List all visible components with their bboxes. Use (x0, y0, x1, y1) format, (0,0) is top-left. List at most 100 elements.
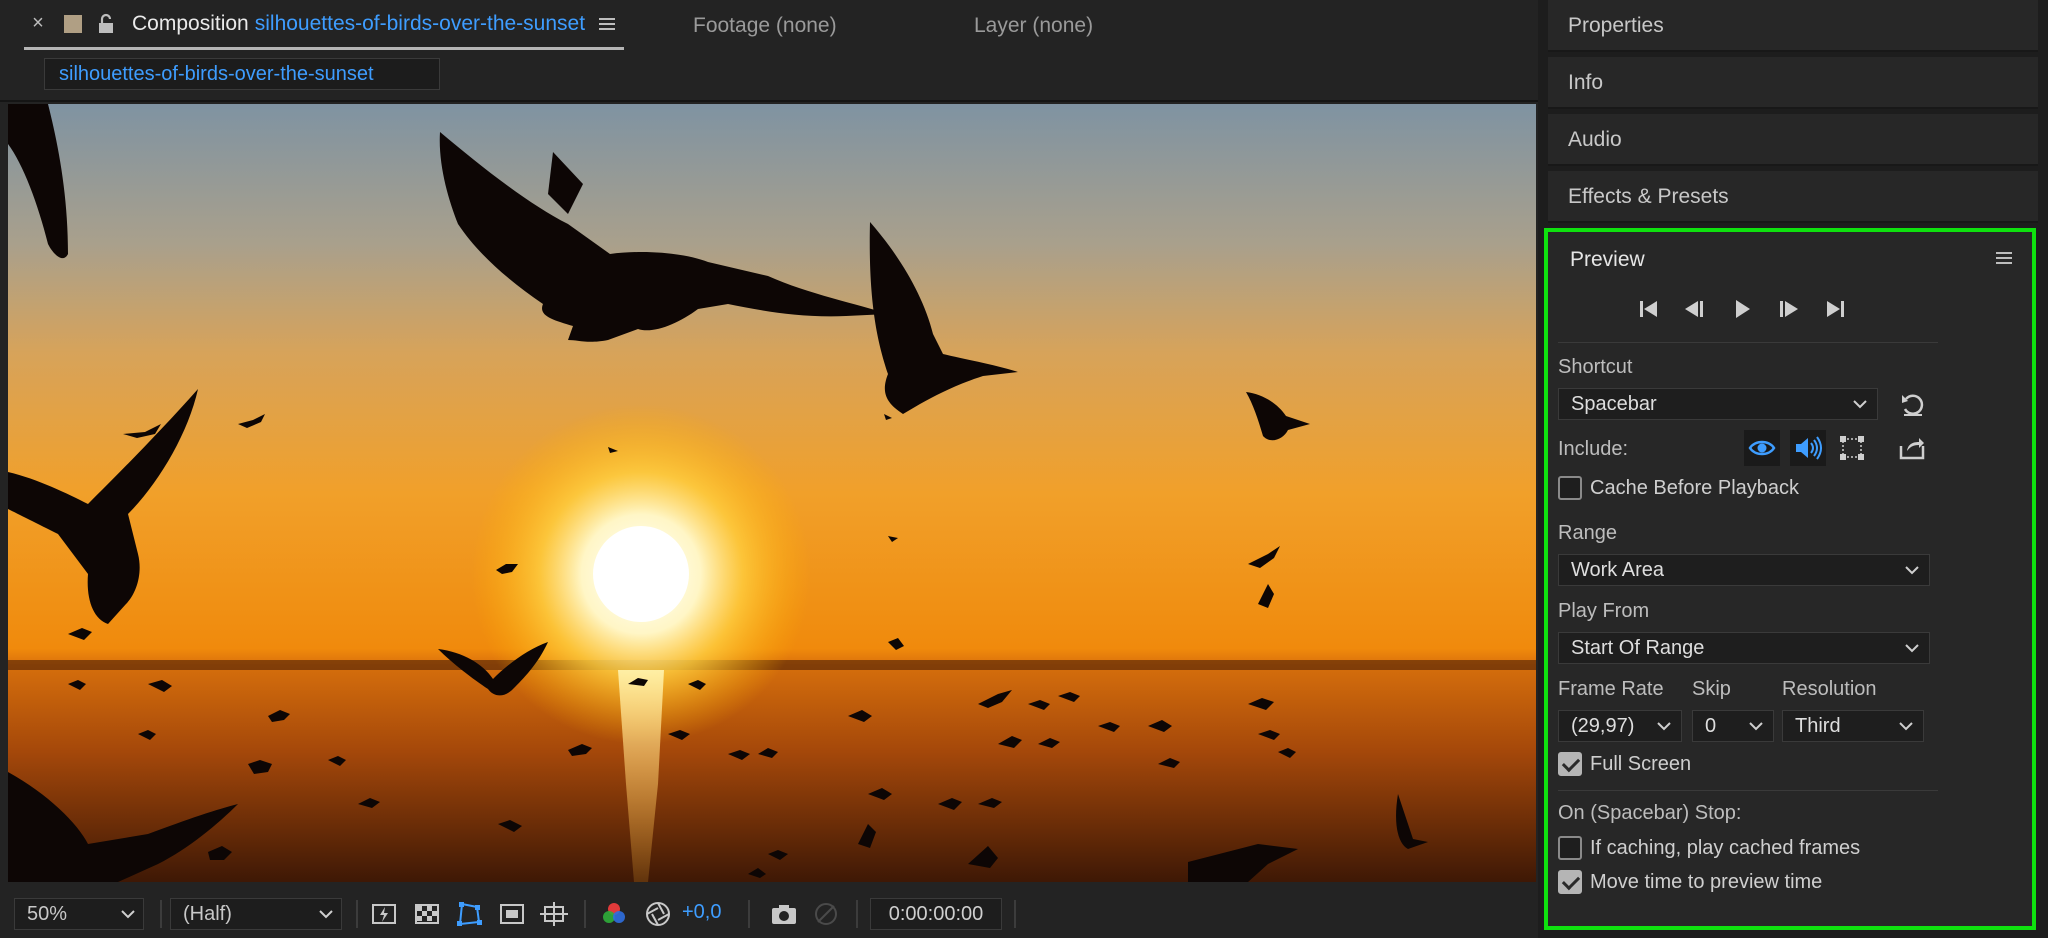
checkbox-box[interactable] (1558, 870, 1582, 894)
speaker-icon (1796, 436, 1822, 460)
resolution-value: (Half) (183, 903, 232, 925)
playback-controls (1548, 294, 1948, 334)
composition-breadcrumb-bar: silhouettes-of-birds-over-the-sunset (0, 52, 1538, 102)
play-icon[interactable] (1727, 294, 1757, 324)
next-frame-icon[interactable] (1773, 294, 1803, 324)
play-from-value: Start Of Range (1571, 637, 1705, 659)
range-dropdown[interactable]: Work Area (1558, 554, 1930, 586)
play-from-label: Play From (1558, 600, 1650, 622)
frame-rate-dropdown[interactable]: (29,97) (1558, 710, 1682, 742)
shortcut-dropdown[interactable]: Spacebar (1558, 388, 1878, 420)
include-overlays-toggle[interactable] (1834, 430, 1870, 466)
breadcrumb[interactable]: silhouettes-of-birds-over-the-sunset (44, 58, 440, 90)
move-time-label: Move time to preview time (1590, 870, 1823, 893)
frame-rate-value: (29,97) (1571, 715, 1635, 737)
toolbar-divider (356, 900, 358, 928)
toolbar-divider (1014, 900, 1016, 928)
checkbox-box[interactable] (1558, 836, 1582, 860)
panel-effects-presets[interactable]: Effects & Presets (1548, 171, 2038, 223)
frame-rate-label: Frame Rate (1558, 678, 1664, 700)
reset-icon[interactable] (1898, 390, 1928, 420)
exposure-value[interactable]: +0,0 (682, 901, 721, 924)
tab-layer[interactable]: Layer (none) (974, 0, 1093, 52)
full-screen-label: Full Screen (1590, 752, 1692, 775)
cache-before-playback-checkbox[interactable]: Cache Before Playback (1558, 476, 1799, 500)
play-from-dropdown[interactable]: Start Of Range (1558, 632, 1930, 664)
grid-guide-options-icon[interactable] (540, 900, 568, 928)
composition-panel: × Composition silhouettes-of-birds-over-… (0, 0, 1538, 938)
skip-label: Skip (1692, 678, 1731, 700)
overlay-bounds-icon (1840, 436, 1864, 460)
chevron-down-icon (1853, 400, 1867, 409)
checkbox-box[interactable] (1558, 752, 1582, 776)
transparency-grid-icon[interactable] (413, 900, 441, 928)
chevron-down-icon (1657, 722, 1671, 731)
close-icon[interactable]: × (24, 12, 52, 35)
viewer-toolbar: 50% (Half) +0,0 0:00:00:00 (0, 888, 1538, 938)
skip-dropdown[interactable]: 0 (1692, 710, 1774, 742)
composition-color-icon (64, 14, 82, 33)
toolbar-divider (584, 900, 586, 928)
checkbox-box[interactable] (1558, 476, 1582, 500)
tab-composition[interactable]: × Composition silhouettes-of-birds-over-… (24, 0, 624, 50)
tab-composition-label: Composition (132, 11, 249, 35)
if-caching-label: If caching, play cached frames (1590, 836, 1861, 859)
chevron-down-icon (1905, 566, 1919, 575)
preview-panel-title: Preview (1570, 248, 1645, 271)
toolbar-divider (160, 900, 162, 928)
resolution-dropdown[interactable]: (Half) (170, 898, 342, 930)
first-frame-icon[interactable] (1634, 294, 1664, 324)
resolution-label: Resolution (1782, 678, 1877, 700)
if-caching-checkbox[interactable]: If caching, play cached frames (1558, 836, 1860, 860)
sunset-birds-image (8, 104, 1536, 882)
region-of-interest-icon[interactable] (498, 900, 526, 928)
magnification-dropdown[interactable]: 50% (14, 898, 144, 930)
channels-icon[interactable] (600, 900, 628, 928)
eye-icon (1748, 440, 1776, 456)
composition-name: silhouettes-of-birds-over-the-sunset (254, 11, 586, 35)
tab-layer-label: Layer (974, 14, 1027, 37)
preview-resolution-dropdown[interactable]: Third (1782, 710, 1924, 742)
include-external-toggle[interactable] (1894, 430, 1930, 466)
composition-viewer[interactable] (8, 104, 1536, 882)
reset-exposure-icon[interactable] (644, 900, 672, 928)
full-screen-checkbox[interactable]: Full Screen (1558, 752, 1691, 776)
include-label: Include: (1558, 438, 1629, 460)
tab-footage-value: (none) (775, 14, 837, 37)
move-time-checkbox[interactable]: Move time to preview time (1558, 870, 1822, 894)
previous-frame-icon[interactable] (1680, 294, 1710, 324)
camera-icon[interactable] (770, 900, 798, 928)
panel-info[interactable]: Info (1548, 57, 2038, 109)
toolbar-divider (856, 900, 858, 928)
panel-menu-icon[interactable] (1996, 250, 2014, 266)
show-snapshot-icon[interactable] (812, 900, 840, 928)
divider (1558, 342, 1938, 343)
tab-footage[interactable]: Footage (none) (693, 0, 837, 52)
panel-menu-icon[interactable] (599, 16, 617, 32)
unlock-icon[interactable] (96, 13, 116, 35)
chevron-down-icon (1905, 644, 1919, 653)
skip-value: 0 (1705, 715, 1717, 737)
toolbar-divider (748, 900, 750, 928)
shortcut-value: Spacebar (1571, 393, 1657, 415)
fast-previews-icon[interactable] (370, 900, 398, 928)
cache-before-playback-label: Cache Before Playback (1590, 476, 1800, 499)
magnification-value: 50% (27, 903, 68, 925)
chevron-down-icon (1899, 722, 1913, 731)
include-audio-toggle[interactable] (1790, 430, 1826, 466)
chevron-down-icon (319, 910, 333, 919)
viewer-tab-bar: × Composition silhouettes-of-birds-over-… (0, 0, 1538, 52)
preview-panel: Preview Shortcut Spacebar Include: Cache… (1544, 228, 2036, 930)
panel-audio[interactable]: Audio (1548, 114, 2038, 166)
include-video-toggle[interactable] (1744, 430, 1780, 466)
preview-resolution-value: Third (1795, 715, 1841, 737)
external-output-icon (1899, 438, 1925, 460)
current-time-display[interactable]: 0:00:00:00 (870, 898, 1002, 930)
last-frame-icon[interactable] (1820, 294, 1850, 324)
shortcut-label: Shortcut (1558, 356, 1633, 378)
chevron-down-icon (1749, 722, 1763, 731)
panel-properties[interactable]: Properties (1548, 0, 2038, 52)
on-stop-label: On (Spacebar) Stop: (1558, 802, 1742, 824)
mask-path-visibility-icon[interactable] (455, 900, 483, 928)
chevron-down-icon (121, 910, 135, 919)
